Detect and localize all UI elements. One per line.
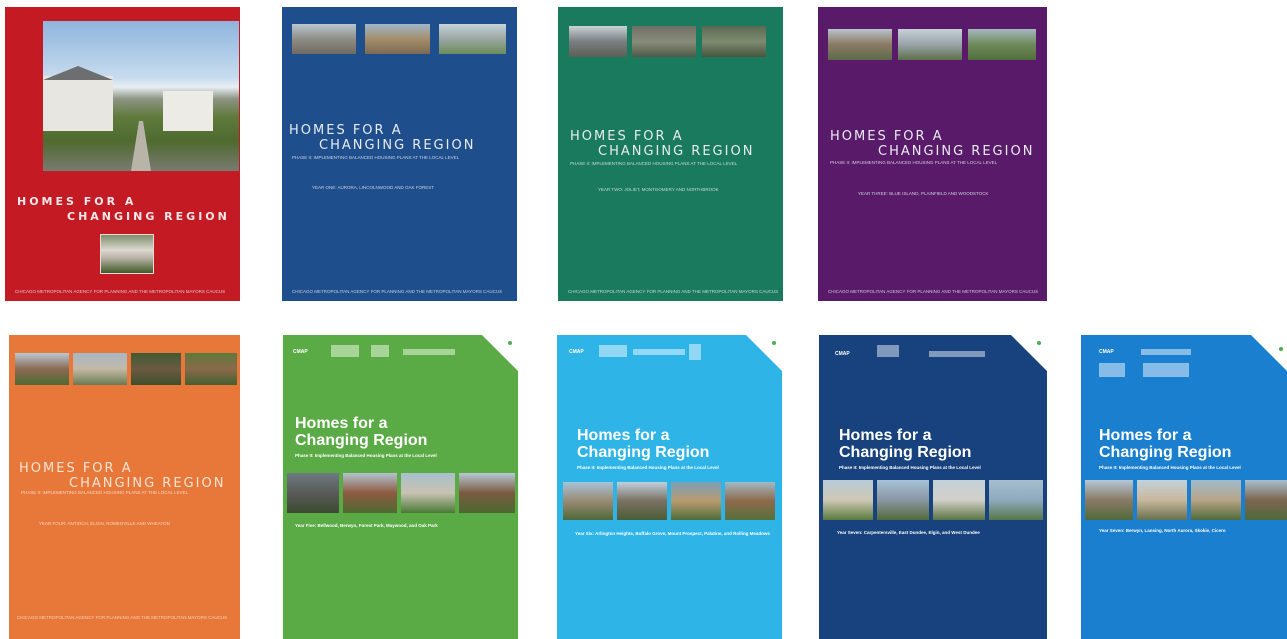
cover-subtitle: Phase II: Implementing Balanced Housing … bbox=[577, 465, 719, 470]
cmap-logo: CMAP bbox=[293, 349, 308, 355]
cover-photo-1 bbox=[569, 26, 627, 57]
cover-year: YEAR THREE: BLUE ISLAND, PLAINFIELD AND … bbox=[858, 191, 989, 196]
corner-dot bbox=[1279, 347, 1283, 351]
cover-photo-3 bbox=[131, 353, 181, 385]
cover-photo-3 bbox=[671, 482, 721, 520]
cover-title: HOMES FOR A CHANGING REGION bbox=[19, 461, 226, 491]
cover-footer: CHICAGO METROPOLITAN AGENCY FOR PLANNING… bbox=[292, 289, 503, 294]
cover-photo-3 bbox=[933, 480, 985, 520]
corner-dot bbox=[772, 341, 776, 345]
partner-logo-1 bbox=[599, 345, 627, 357]
report-cover-6[interactable]: CMAP Homes for a Changing Region Phase I… bbox=[283, 335, 518, 639]
cover-subtitle: Phase II: Implementing Balanced Housing … bbox=[839, 465, 981, 470]
cover-title: HOMES FOR A CHANGING REGION bbox=[570, 129, 755, 159]
partner-logo-1 bbox=[331, 345, 359, 357]
cover-footer: CHICAGO METROPOLITAN AGENCY FOR PLANNING… bbox=[17, 615, 228, 620]
cover-subtitle: Phase II: Implementing Balanced Housing … bbox=[295, 453, 437, 458]
cover-year: YEAR TWO: JOLIET, MONTGOMERY AND NORTHBR… bbox=[598, 187, 719, 192]
cover-photo-1 bbox=[287, 473, 339, 513]
report-cover-1[interactable]: HOMES FOR A CHANGING REGION CHICAGO METR… bbox=[5, 7, 240, 301]
partner-logo-1 bbox=[877, 345, 899, 357]
cover-photo-3 bbox=[401, 473, 455, 513]
partner-logo-2 bbox=[371, 345, 389, 357]
cover-photo-3 bbox=[968, 29, 1036, 60]
report-cover-3[interactable]: HOMES FOR A CHANGING REGION PHASE II: IM… bbox=[558, 7, 783, 301]
cover-photo-2 bbox=[73, 353, 127, 385]
report-cover-5[interactable]: HOMES FOR A CHANGING REGION PHASE II: IM… bbox=[9, 335, 240, 639]
partner-logo-3 bbox=[1143, 363, 1189, 377]
corner-dot bbox=[1037, 341, 1041, 345]
report-cover-9[interactable]: CMAP Homes for a Changing Region Phase I… bbox=[1081, 335, 1287, 639]
cover-footer: CHICAGO METROPOLITAN AGENCY FOR PLANNING… bbox=[15, 289, 226, 294]
cover-photo-house bbox=[100, 234, 154, 274]
cover-photo-4 bbox=[725, 482, 775, 520]
cmap-logo: CMAP bbox=[569, 349, 584, 355]
report-cover-8[interactable]: CMAP Homes for a Changing Region Phase I… bbox=[819, 335, 1047, 639]
cover-photo-1 bbox=[1085, 480, 1133, 520]
cover-photo-1 bbox=[292, 24, 356, 54]
report-cover-2[interactable]: HOMES FOR A CHANGING REGION PHASE II: IM… bbox=[282, 7, 517, 301]
cover-photo-street bbox=[43, 21, 239, 171]
cover-photo-1 bbox=[563, 482, 613, 520]
cover-photo-3 bbox=[439, 24, 506, 54]
cmap-logo: CMAP bbox=[1099, 349, 1114, 355]
partner-logo-1 bbox=[1141, 349, 1191, 355]
cover-photo-1 bbox=[823, 480, 873, 520]
cover-corner-fold bbox=[746, 335, 782, 371]
cover-photo-1 bbox=[15, 353, 69, 385]
cover-year: Year Five: Bellwood, Berwyn, Forest Park… bbox=[295, 523, 438, 528]
cover-subtitle: PHASE II: IMPLEMENTING BALANCED HOUSING … bbox=[830, 160, 998, 165]
cover-year: Year Six: Arlington Heights, Buffalo Gro… bbox=[575, 531, 770, 536]
cover-year: Year Seven: Carpentersville, East Dundee… bbox=[837, 530, 980, 535]
cover-title: HOMES FOR A CHANGING REGION bbox=[289, 123, 476, 153]
cover-photo-2 bbox=[365, 24, 430, 54]
cover-photo-4 bbox=[185, 353, 237, 385]
cover-title: Homes for a Changing Region bbox=[295, 415, 428, 449]
partner-logo-3 bbox=[689, 344, 701, 360]
cover-photo-3 bbox=[1191, 480, 1241, 520]
report-cover-4[interactable]: HOMES FOR A CHANGING REGION PHASE II: IM… bbox=[818, 7, 1047, 301]
cover-photo-2 bbox=[632, 26, 696, 57]
cover-photo-2 bbox=[898, 29, 962, 60]
cover-title: Homes for a Changing Region bbox=[577, 427, 710, 461]
corner-dot bbox=[508, 341, 512, 345]
cover-photo-2 bbox=[343, 473, 397, 513]
partner-logo-2 bbox=[929, 351, 985, 357]
cover-photo-2 bbox=[1137, 480, 1187, 520]
cover-year: Year Seven: Berwyn, Lansing, North Auror… bbox=[1099, 528, 1226, 533]
cover-footer: CHICAGO METROPOLITAN AGENCY FOR PLANNING… bbox=[828, 289, 1039, 294]
report-cover-7[interactable]: CMAP Homes for a Changing Region Phase I… bbox=[557, 335, 782, 639]
cover-corner-fold bbox=[482, 335, 518, 371]
cover-corner-fold bbox=[1251, 335, 1287, 371]
cover-footer: CHICAGO METROPOLITAN AGENCY FOR PLANNING… bbox=[568, 289, 779, 294]
cover-subtitle: Phase II: Implementing Balanced Housing … bbox=[1099, 465, 1241, 470]
cover-photo-4 bbox=[989, 480, 1043, 520]
cover-photo-1 bbox=[828, 29, 892, 60]
cover-title: Homes for a Changing Region bbox=[839, 427, 972, 461]
cover-corner-fold bbox=[1011, 335, 1047, 371]
cover-title: HOMES FOR A CHANGING REGION bbox=[17, 195, 230, 223]
cover-subtitle: PHASE II: IMPLEMENTING BALANCED HOUSING … bbox=[292, 155, 460, 160]
cover-title: Homes for a Changing Region bbox=[1099, 427, 1232, 461]
cover-photo-4 bbox=[1245, 480, 1287, 520]
cover-photo-2 bbox=[617, 482, 667, 520]
cover-title: HOMES FOR A CHANGING REGION bbox=[830, 129, 1035, 159]
partner-logo-3 bbox=[403, 349, 455, 355]
partner-logo-2 bbox=[633, 349, 685, 355]
cover-year: YEAR FOUR: ANTIOCH, ELGIN, ROMEOVILLE AN… bbox=[39, 521, 170, 526]
cmap-logo: CMAP bbox=[835, 351, 850, 357]
cover-photo-2 bbox=[877, 480, 929, 520]
partner-logo-2 bbox=[1099, 363, 1125, 377]
cover-photo-3 bbox=[702, 26, 766, 57]
cover-subtitle: PHASE II: IMPLEMENTING BALANCED HOUSING … bbox=[570, 161, 738, 166]
cover-photo-4 bbox=[459, 473, 515, 513]
cover-year: YEAR ONE: AURORA, LINCOLNWOOD AND OAK FO… bbox=[312, 185, 435, 190]
cover-subtitle: PHASE II: IMPLEMENTING BALANCED HOUSING … bbox=[21, 490, 189, 495]
